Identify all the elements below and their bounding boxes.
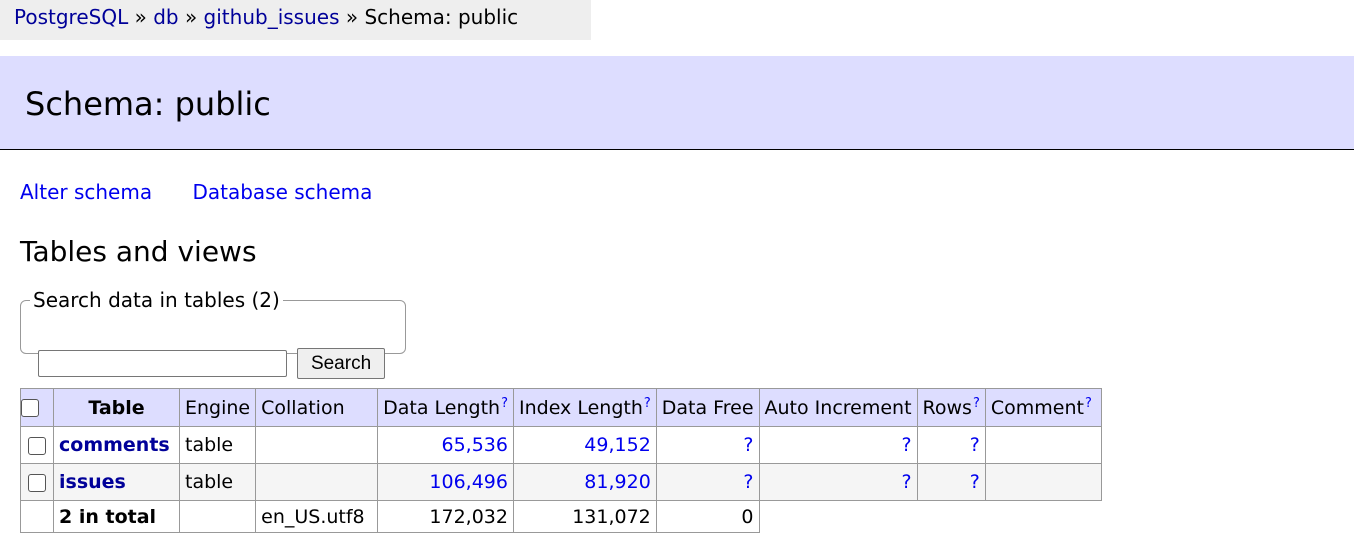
rows-cell: ?: [916, 463, 986, 501]
col-data-length-label: Data Length: [383, 397, 501, 419]
row-select-cell: [20, 426, 54, 464]
database-schema-link[interactable]: Database schema: [192, 180, 372, 204]
table-name-cell: issues: [53, 463, 180, 501]
table-name-link[interactable]: comments: [59, 434, 170, 456]
col-engine: Engine: [178, 388, 257, 427]
auto-increment-cell: ?: [758, 426, 918, 464]
table-row: comments table 65,536 49,152 ? ? ?: [20, 426, 1102, 464]
auto-increment-link[interactable]: ?: [901, 434, 911, 456]
col-auto-increment: Auto Increment: [758, 388, 918, 427]
schema-links: Alter schema Database schema: [20, 180, 406, 204]
data-free-cell: ?: [655, 426, 760, 464]
table-name-cell: comments: [53, 426, 180, 464]
section-title: Tables and views: [20, 235, 257, 268]
row-checkbox[interactable]: [28, 436, 46, 455]
row-select-cell: [20, 463, 54, 501]
alter-schema-link[interactable]: Alter schema: [20, 180, 152, 204]
col-index-length: Index Length?: [512, 388, 657, 427]
breadcrumb-link-github-issues[interactable]: github_issues: [204, 5, 340, 29]
table-name-link[interactable]: issues: [59, 471, 126, 493]
engine-cell: table: [178, 426, 257, 464]
auto-increment-cell: ?: [758, 463, 918, 501]
breadcrumb: PostgreSQL » db » github_issues » Schema…: [0, 0, 591, 40]
breadcrumb-separator: »: [345, 5, 359, 29]
search-legend: Search data in tables (2): [33, 288, 280, 312]
collation-cell: [255, 463, 379, 501]
page-header: Schema: public: [0, 56, 1354, 150]
breadcrumb-link-db[interactable]: db: [153, 5, 178, 29]
data-free-cell: ?: [655, 463, 760, 501]
total-collation: en_US.utf8: [255, 500, 379, 533]
index-length-link[interactable]: 81,920: [584, 471, 650, 493]
total-blank: [917, 500, 986, 533]
index-length-link[interactable]: 49,152: [584, 434, 650, 456]
breadcrumb-link-postgresql[interactable]: PostgreSQL: [14, 5, 128, 29]
comment-cell: [984, 426, 1102, 464]
engine-cell: table: [178, 463, 257, 501]
data-length-cell: 106,496: [377, 463, 514, 501]
total-empty-cell: [20, 500, 54, 533]
col-rows: Rows?: [916, 388, 986, 427]
col-comment: Comment?: [984, 388, 1102, 427]
comment-help[interactable]: ?: [1085, 396, 1092, 411]
col-table: Table: [53, 388, 180, 427]
total-blank: [759, 500, 918, 533]
page-title: Schema: public: [25, 85, 271, 123]
auto-increment-link[interactable]: ?: [901, 471, 911, 493]
total-row: 2 in total en_US.utf8 172,032 131,072 0: [20, 500, 1102, 533]
breadcrumb-current: Schema: public: [364, 5, 519, 29]
index-length-cell: 49,152: [512, 426, 657, 464]
total-data-length: 172,032: [377, 500, 514, 533]
select-all-cell: [20, 388, 54, 427]
breadcrumb-separator: »: [134, 5, 147, 29]
data-free-link[interactable]: ?: [743, 434, 753, 456]
index-length-cell: 81,920: [512, 463, 657, 501]
breadcrumb-separator: »: [184, 5, 198, 29]
col-data-length: Data Length?: [377, 388, 514, 427]
data-length-link[interactable]: 106,496: [429, 471, 508, 493]
table-header-row: Table Engine Collation Data Length? Inde…: [20, 388, 1102, 427]
search-row: Search: [38, 348, 386, 379]
col-index-length-label: Index Length: [518, 397, 643, 419]
col-data-free: Data Free: [655, 388, 760, 427]
total-engine-cell: [178, 500, 257, 533]
total-index-length: 131,072: [512, 500, 657, 533]
data-length-cell: 65,536: [377, 426, 514, 464]
search-input[interactable]: [38, 350, 287, 377]
total-label: 2 in total: [53, 500, 180, 533]
rows-link[interactable]: ?: [970, 434, 980, 456]
data-free-link[interactable]: ?: [743, 471, 753, 493]
total-blank: [985, 500, 1102, 533]
data-length-help[interactable]: ?: [501, 396, 508, 411]
total-data-free: 0: [655, 500, 760, 533]
table-row: issues table 106,496 81,920 ? ? ?: [20, 463, 1102, 501]
index-length-help[interactable]: ?: [644, 396, 651, 411]
col-collation: Collation: [255, 388, 379, 427]
rows-link[interactable]: ?: [970, 471, 980, 493]
rows-cell: ?: [916, 426, 986, 464]
col-rows-label: Rows: [922, 397, 972, 419]
rows-help[interactable]: ?: [973, 396, 980, 411]
search-button[interactable]: Search: [297, 348, 386, 379]
row-checkbox[interactable]: [28, 473, 46, 492]
search-fieldset: Search data in tables (2) Search: [20, 288, 406, 379]
comment-cell: [984, 463, 1102, 501]
tables-table: Table Engine Collation Data Length? Inde…: [20, 388, 1102, 533]
data-length-link[interactable]: 65,536: [442, 434, 508, 456]
collation-cell: [255, 426, 379, 464]
select-all-checkbox[interactable]: [21, 399, 39, 417]
col-comment-label: Comment: [990, 397, 1084, 419]
